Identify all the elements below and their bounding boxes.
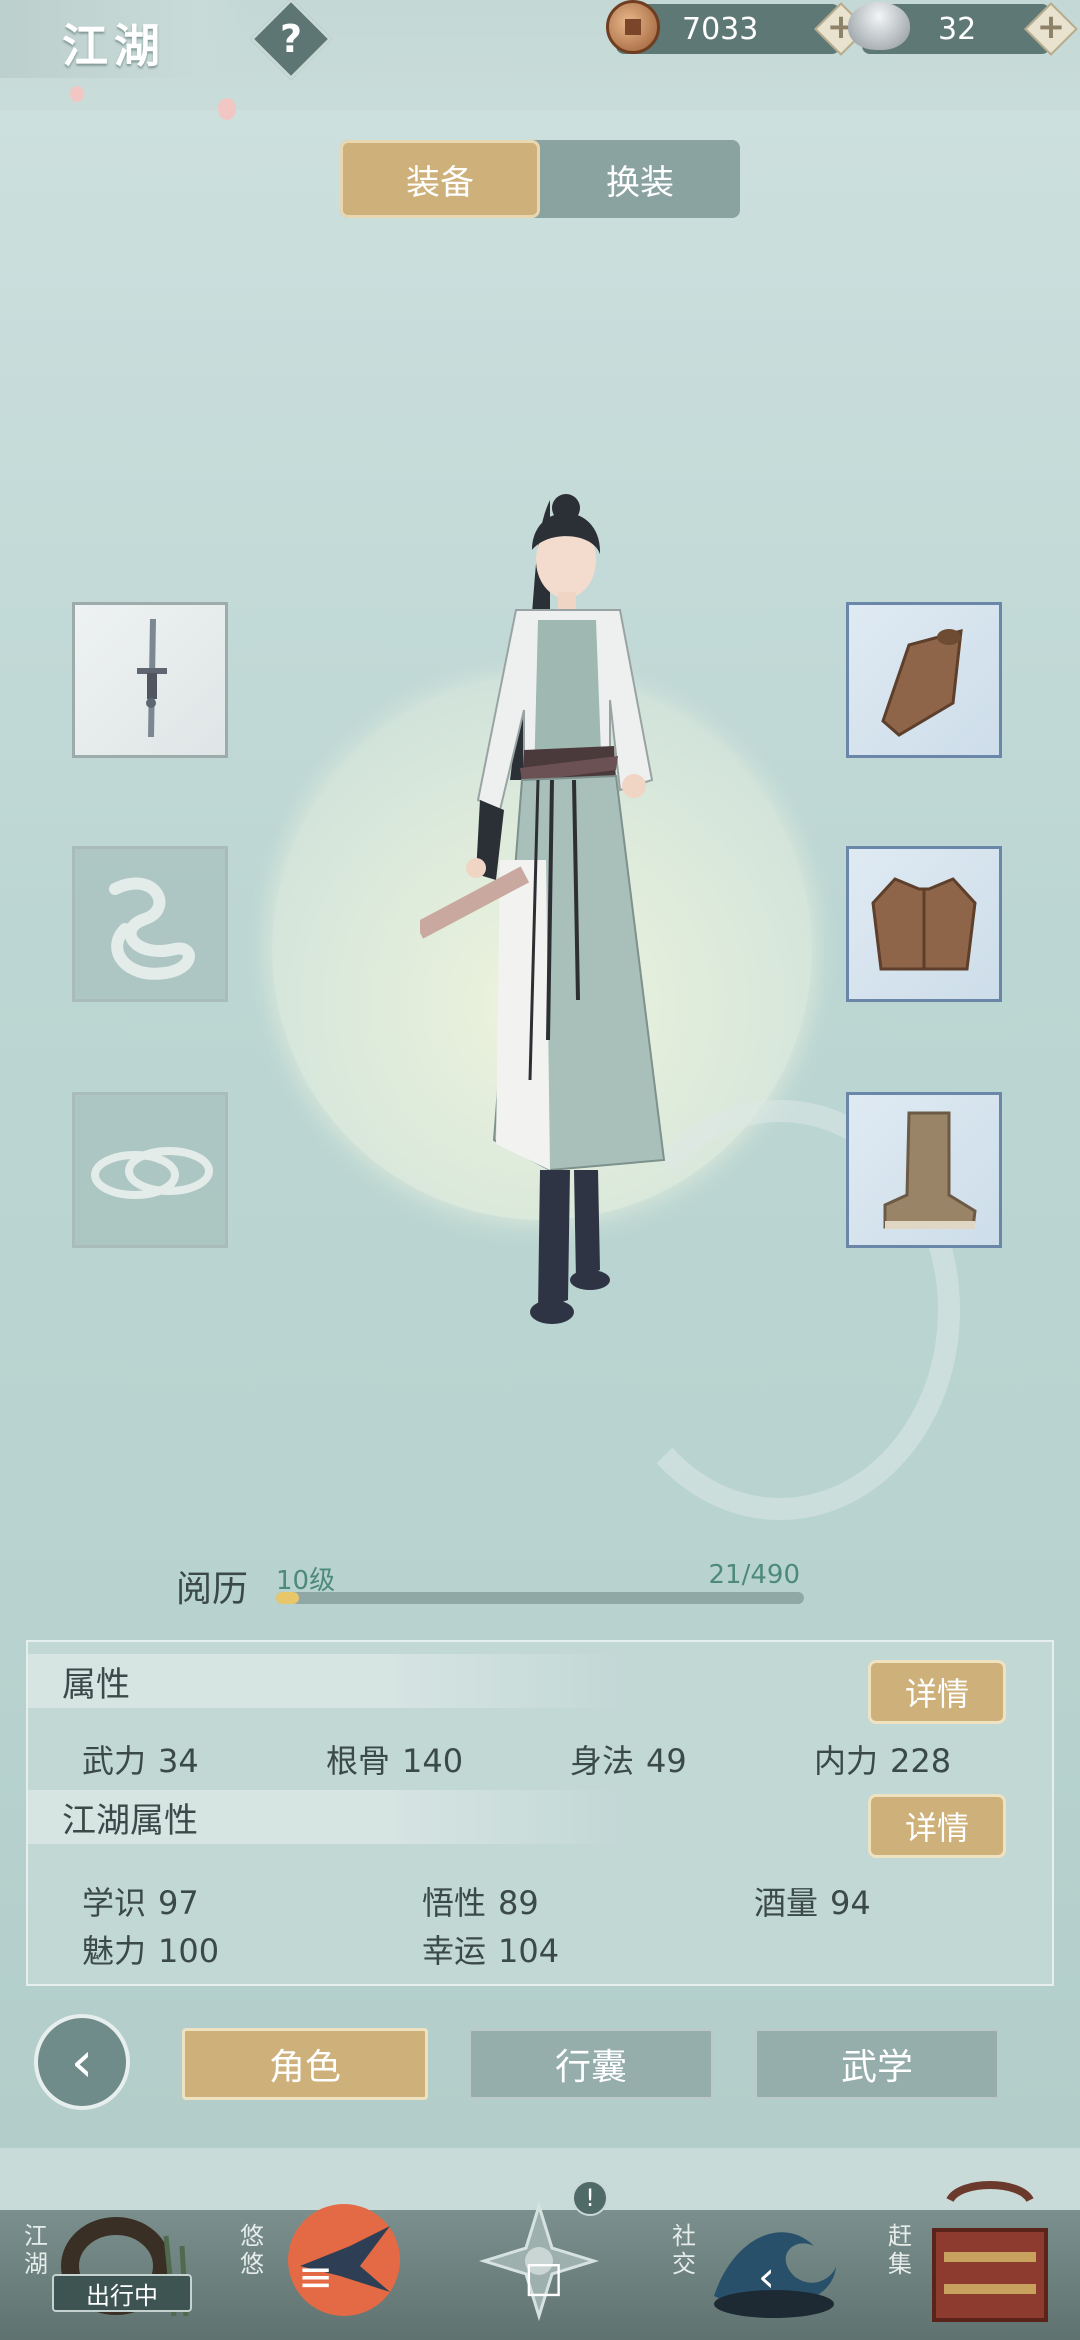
traveling-badge: 出行中 <box>52 2274 192 2312</box>
stat-xingyun: 幸运 104 <box>422 1932 560 1970</box>
page-title: 江湖 <box>62 19 166 73</box>
notification-icon[interactable]: ! <box>572 2180 608 2216</box>
stat-meili: 魅力 100 <box>82 1932 220 1970</box>
sword-icon <box>137 618 167 738</box>
pendant-slot[interactable] <box>72 846 228 1002</box>
tab-character[interactable]: 角色 <box>182 2028 428 2100</box>
back-key-icon[interactable]: ‹ <box>758 2252 775 2301</box>
bracer-slot[interactable] <box>846 602 1002 758</box>
stat-xueshi: 学识 97 <box>82 1884 199 1922</box>
stat-wuxing: 悟性 89 <box>422 1884 539 1922</box>
menu-key-icon[interactable]: ≡ <box>298 2252 333 2301</box>
stat-shenfa: 身法 49 <box>570 1742 687 1780</box>
blossom-decoration <box>70 86 84 102</box>
character-portrait <box>420 494 666 1324</box>
help-icon[interactable]: ? <box>262 10 320 68</box>
stat-jiuliang: 酒量 94 <box>754 1884 871 1922</box>
stat-gengu: 根骨 140 <box>326 1742 464 1780</box>
market-basket-icon[interactable] <box>920 2180 1060 2330</box>
experience-count: 21/490 <box>708 1560 800 1590</box>
experience-progress-fill <box>276 1592 299 1604</box>
coin-counter: 7033 + <box>606 0 868 56</box>
experience-progress-bar <box>276 1592 804 1604</box>
tab-outfit[interactable]: 换装 <box>540 140 740 218</box>
stat-neili: 内力 228 <box>814 1742 952 1780</box>
silver-ingot-icon <box>848 2 910 50</box>
ring-slot[interactable] <box>72 1092 228 1248</box>
home-key-icon[interactable]: □ <box>524 2252 564 2301</box>
weapon-slot[interactable] <box>72 602 228 758</box>
back-button[interactable]: ‹ <box>34 2014 130 2110</box>
dock-label-social[interactable]: 社交 <box>672 2222 702 2278</box>
boots-slot[interactable] <box>846 1092 1002 1248</box>
bracer-icon <box>881 628 963 737</box>
silver-counter: 32 + <box>848 2 1078 56</box>
tab-equip[interactable]: 装备 <box>340 140 540 218</box>
silver-amount: 32 <box>938 12 977 47</box>
dock-label-youyou[interactable]: 悠悠 <box>240 2222 270 2278</box>
boot-icon <box>883 1111 977 1229</box>
coin-amount: 7033 <box>682 12 759 47</box>
attributes-heading: 属性 <box>28 1654 628 1708</box>
jianghu-detail-button[interactable]: 详情 <box>868 1794 1006 1858</box>
dock-label-market[interactable]: 赶集 <box>888 2222 918 2278</box>
dock-label-jianghu[interactable]: 江湖 <box>24 2222 54 2278</box>
jianghu-attributes-heading: 江湖属性 <box>28 1790 628 1844</box>
blossom-decoration <box>218 98 236 120</box>
experience-label: 阅历 <box>176 1569 249 1610</box>
ring-icon <box>91 1147 213 1199</box>
copper-coin-icon <box>606 0 660 54</box>
cloud-swirl-icon <box>109 877 195 980</box>
vest-icon <box>871 877 977 971</box>
attributes-detail-button[interactable]: 详情 <box>868 1660 1006 1724</box>
plus-icon[interactable]: + <box>1032 7 1070 51</box>
tab-inventory[interactable]: 行囊 <box>468 2028 714 2100</box>
stat-wuli: 武力 34 <box>82 1742 199 1780</box>
armor-slot[interactable] <box>846 846 1002 1002</box>
tab-martial-arts[interactable]: 武学 <box>754 2028 1000 2100</box>
stats-panel: 属性 详情 武力 34 根骨 140 身法 49 内力 228 江湖属性 详情 学识 97… <box>26 1640 1054 1986</box>
equip-tab-group: 装备 换装 <box>340 140 740 218</box>
